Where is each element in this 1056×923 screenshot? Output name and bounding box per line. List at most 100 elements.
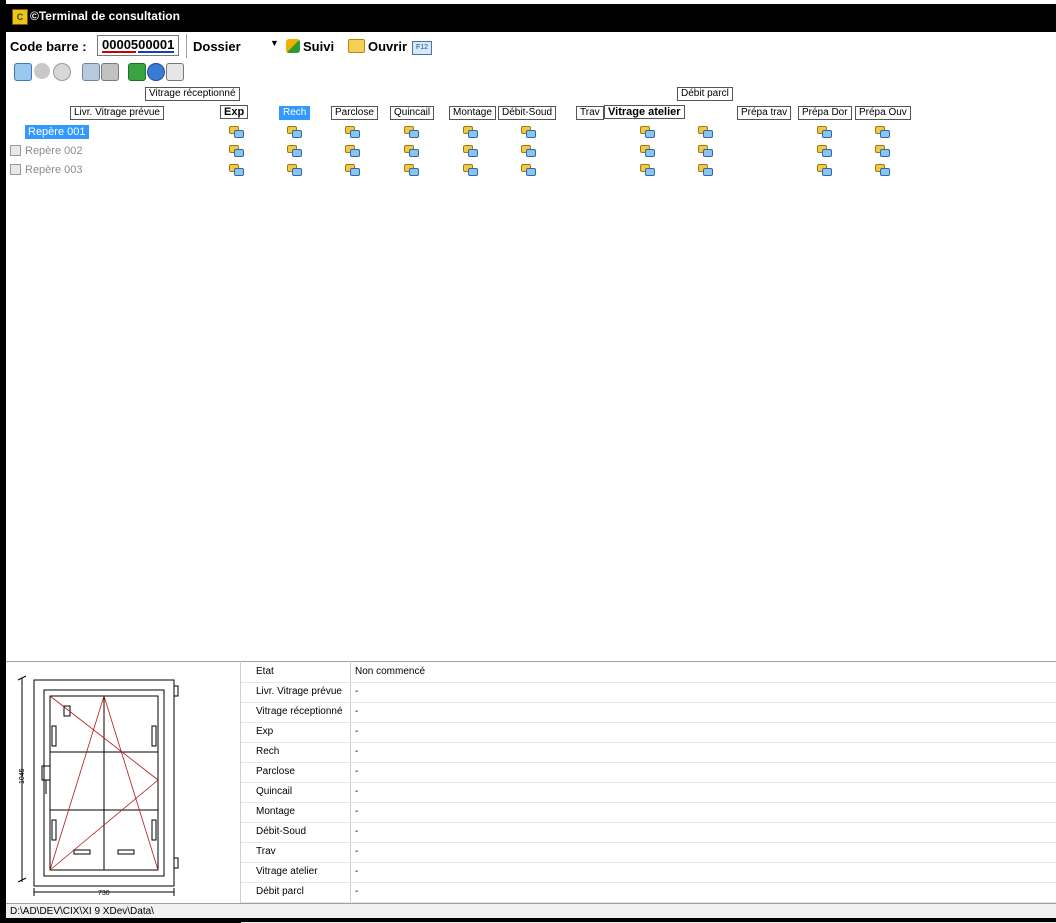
- header-debit-soud[interactable]: Débit-Soud: [498, 106, 557, 120]
- status-cell-icon[interactable]: [698, 145, 713, 157]
- property-row: Vitrage réceptionné -: [241, 702, 1056, 723]
- status-cell-icon[interactable]: [817, 126, 832, 138]
- icon-toolbar: [6, 60, 1056, 82]
- window-title: ©Terminal de consultation: [30, 9, 180, 23]
- status-cell-icon[interactable]: [287, 164, 302, 176]
- status-cell-icon[interactable]: [640, 145, 655, 157]
- property-value: -: [355, 746, 359, 757]
- property-value: -: [355, 706, 359, 717]
- header-trav[interactable]: Trav: [576, 106, 604, 120]
- status-cell-icon[interactable]: [875, 126, 890, 138]
- toolbar-separator: [186, 34, 187, 58]
- row-checkbox[interactable]: [10, 126, 21, 137]
- header-prepa-trav[interactable]: Prépa trav: [737, 106, 792, 120]
- drawing-height-label: 1045: [19, 768, 26, 784]
- binoculars-icon[interactable]: [166, 63, 184, 81]
- header-parclose[interactable]: Parclose: [331, 106, 378, 120]
- property-value: -: [355, 826, 359, 837]
- row-checkbox[interactable]: [10, 145, 21, 156]
- status-cell-icon[interactable]: [698, 164, 713, 176]
- status-cell-icon[interactable]: [521, 145, 536, 157]
- row-checkbox[interactable]: [10, 164, 21, 175]
- window-frame-drawing: 1045 730: [17, 675, 179, 897]
- back-icon[interactable]: [34, 63, 50, 79]
- chevron-down-icon[interactable]: ▼: [270, 38, 279, 48]
- status-cell-icon[interactable]: [229, 145, 244, 157]
- table-row[interactable]: Repère 002: [10, 142, 83, 159]
- row-label: Repère 002: [25, 144, 83, 157]
- copy-icon[interactable]: [82, 63, 100, 81]
- property-key: Exp: [256, 726, 274, 737]
- status-cell-icon[interactable]: [345, 126, 360, 138]
- property-row: Exp -: [241, 722, 1056, 743]
- clock-icon[interactable]: [147, 63, 165, 81]
- property-value: -: [355, 886, 359, 897]
- status-cell-icon[interactable]: [640, 164, 655, 176]
- property-row: Etat Non commencé: [241, 662, 1056, 683]
- status-cell-icon[interactable]: [817, 164, 832, 176]
- property-key: Montage: [256, 806, 295, 817]
- status-cell-icon[interactable]: [875, 164, 890, 176]
- header-prepa-ouv[interactable]: Prépa Ouv: [855, 106, 911, 120]
- table-row[interactable]: Repère 001: [10, 123, 89, 140]
- main-toolbar: Code barre : 0000500001 Dossier ▼ Suivi …: [6, 32, 1056, 61]
- header-rech[interactable]: Rech: [279, 106, 311, 120]
- header-quincail[interactable]: Quincail: [390, 106, 435, 120]
- row-label: Repère 001: [25, 124, 89, 139]
- dossier-select[interactable]: Dossier: [193, 39, 241, 54]
- property-value: -: [355, 686, 359, 697]
- status-cell-icon[interactable]: [345, 145, 360, 157]
- status-cell-icon[interactable]: [229, 164, 244, 176]
- status-cell-icon[interactable]: [287, 126, 302, 138]
- property-value: Non commencé: [355, 666, 426, 677]
- property-value: -: [355, 766, 359, 777]
- header-debit-parcl[interactable]: Débit parcl: [677, 87, 733, 101]
- status-cell-icon[interactable]: [404, 126, 419, 138]
- property-value: -: [355, 866, 359, 877]
- view-icon[interactable]: [14, 63, 32, 81]
- print-icon[interactable]: [101, 63, 119, 81]
- status-cell-icon[interactable]: [463, 164, 478, 176]
- header-livr-vitrage[interactable]: Livr. Vitrage prévue: [70, 106, 164, 120]
- property-key: Débit-Soud: [256, 826, 307, 837]
- status-cell-icon[interactable]: [463, 145, 478, 157]
- property-row: Livr. Vitrage prévue -: [241, 682, 1056, 703]
- status-cell-icon[interactable]: [640, 126, 655, 138]
- table-row[interactable]: Repère 003: [10, 161, 83, 178]
- code-barre-input[interactable]: 0000500001: [97, 35, 179, 56]
- row-label: Repère 003: [25, 163, 83, 176]
- header-vitrage-atelier[interactable]: Vitrage atelier: [604, 105, 685, 119]
- ouvrir-button[interactable]: Ouvrir: [348, 37, 407, 55]
- suivi-icon: [286, 39, 300, 53]
- status-cell-icon[interactable]: [287, 145, 302, 157]
- property-key: Vitrage réceptionné: [256, 706, 343, 717]
- code-barre-value: 0000500001: [102, 37, 175, 52]
- header-prepa-dor[interactable]: Prépa Dor: [798, 106, 852, 120]
- status-cell-icon[interactable]: [521, 126, 536, 138]
- status-cell-icon[interactable]: [404, 145, 419, 157]
- property-row: Rech -: [241, 742, 1056, 763]
- header-montage[interactable]: Montage: [449, 106, 496, 120]
- status-cell-icon[interactable]: [875, 145, 890, 157]
- suivi-label: Suivi: [303, 38, 335, 54]
- ouvrir-label: Ouvrir: [368, 38, 408, 54]
- forward-icon[interactable]: [53, 63, 71, 81]
- property-key: Vitrage atelier: [256, 866, 318, 877]
- status-cell-icon[interactable]: [229, 126, 244, 138]
- status-cell-icon[interactable]: [463, 126, 478, 138]
- suivi-button[interactable]: Suivi: [286, 37, 334, 55]
- status-cell-icon[interactable]: [521, 164, 536, 176]
- status-cell-icon[interactable]: [404, 164, 419, 176]
- header-vitrage-receptionne[interactable]: Vitrage réceptionné: [145, 87, 240, 101]
- status-cell-icon[interactable]: [698, 126, 713, 138]
- status-cell-icon[interactable]: [817, 145, 832, 157]
- property-value: -: [355, 726, 359, 737]
- header-exp[interactable]: Exp: [220, 105, 249, 119]
- refresh-icon[interactable]: [128, 63, 146, 81]
- f12-key-icon[interactable]: F12: [412, 41, 432, 55]
- property-key: Parclose: [256, 766, 295, 777]
- status-bar: D:\AD\DEV\CIX\XI 9 XDev\Data\: [6, 903, 1056, 918]
- property-row: Débit-Soud -: [241, 822, 1056, 843]
- property-value: -: [355, 806, 359, 817]
- status-cell-icon[interactable]: [345, 164, 360, 176]
